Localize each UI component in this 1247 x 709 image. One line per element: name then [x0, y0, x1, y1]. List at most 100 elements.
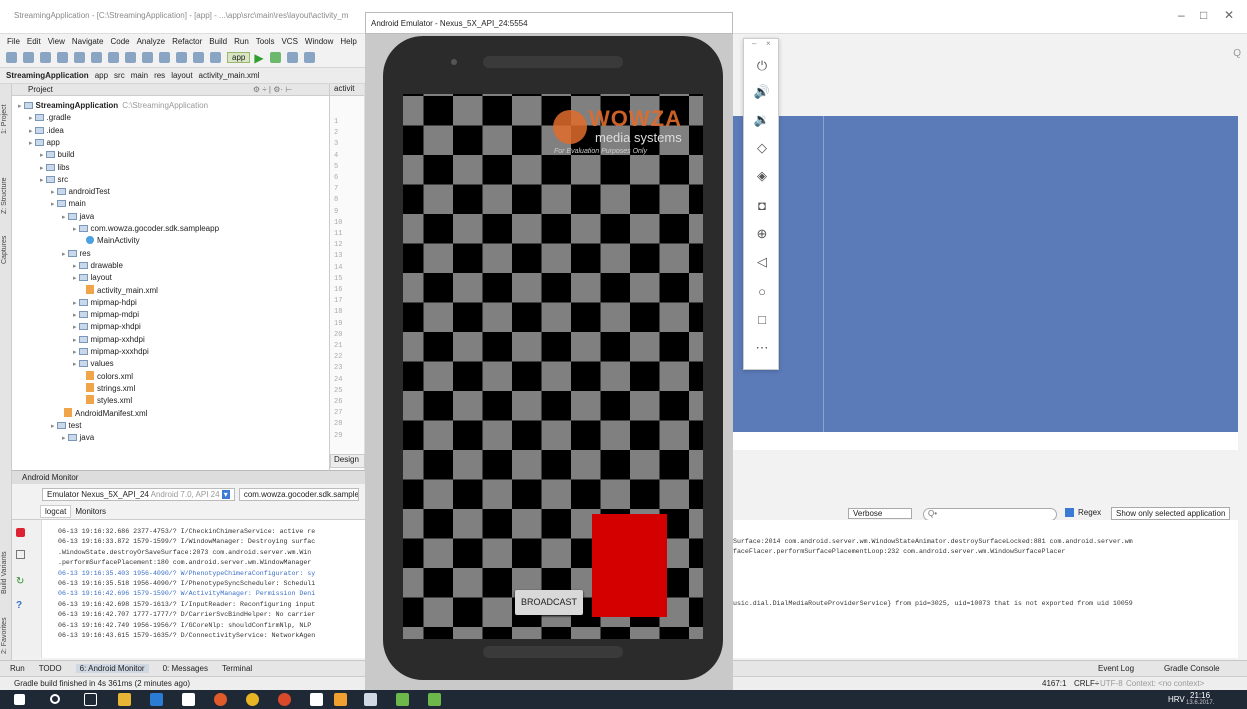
log-level-select[interactable]: Verbose [848, 508, 912, 519]
expand-arrow-icon[interactable]: ▸ [40, 165, 44, 172]
make-icon[interactable] [210, 52, 221, 63]
tree-item[interactable]: ▸ mipmap-xxhdpi [73, 334, 145, 345]
app-icon[interactable] [278, 693, 291, 706]
regex-checkbox[interactable] [1065, 508, 1074, 517]
run-config-select[interactable]: app [227, 52, 251, 63]
tree-item[interactable]: ▸ src [40, 174, 68, 185]
tree-item[interactable]: ▸ drawable [73, 260, 123, 271]
context-indicator[interactable]: Context: <no context> [1126, 679, 1204, 688]
tree-item[interactable]: activity_main.xml [84, 284, 158, 296]
expand-arrow-icon[interactable]: ▸ [51, 423, 55, 430]
emulator-minimize[interactable]: – [752, 39, 756, 48]
tab-gradle-console[interactable]: Gradle Console [1164, 664, 1220, 673]
tree-item[interactable]: MainActivity [84, 235, 140, 246]
tool-tab-build-variants[interactable]: Build Variants [1, 551, 8, 594]
design-tab[interactable]: Design [330, 454, 365, 468]
tree-item[interactable]: styles.xml [84, 395, 132, 406]
rotate-left-icon[interactable]: ◇ [753, 139, 771, 157]
attach-icon[interactable] [286, 52, 298, 63]
menu-code[interactable]: Code [110, 37, 129, 46]
tree-item[interactable]: ▸ values [73, 358, 114, 369]
tree-item[interactable]: ▸ androidTest [51, 186, 110, 197]
tree-item[interactable]: ▸ app [29, 137, 60, 148]
menu-tools[interactable]: Tools [256, 37, 275, 46]
debug-icon[interactable] [269, 52, 281, 63]
tree-item[interactable]: ▸ mipmap-mdpi [73, 309, 139, 320]
tab-messages[interactable]: 0: Messages [163, 664, 208, 673]
device-select[interactable]: Emulator Nexus_5X_API_24 Android 7.0, AP… [42, 487, 235, 501]
expand-arrow-icon[interactable]: ▸ [73, 226, 77, 233]
line-separator[interactable]: CRLF÷ [1074, 679, 1099, 688]
tree-item[interactable]: ▸ main [51, 198, 86, 209]
tab-terminal[interactable]: Terminal [222, 664, 252, 673]
menu-navigate[interactable]: Navigate [72, 37, 104, 46]
tree-item[interactable]: ▸ StreamingApplication C:\StreamingApplica… [18, 100, 208, 111]
maximize-button[interactable]: □ [1200, 8, 1207, 22]
tab-monitors[interactable]: Monitors [75, 507, 106, 516]
back-icon[interactable]: ◁ [753, 253, 771, 271]
tree-item[interactable]: strings.xml [84, 382, 135, 394]
tree-item[interactable]: ▸ layout [73, 272, 112, 283]
gradle-sync-icon[interactable] [303, 52, 315, 63]
expand-arrow-icon[interactable]: ▸ [62, 435, 66, 442]
expand-arrow-icon[interactable]: ▸ [73, 312, 77, 319]
tree-item[interactable]: ▸ build [40, 149, 74, 160]
volume-up-icon[interactable]: 🔊 [753, 83, 771, 101]
tab-event-log[interactable]: Event Log [1098, 664, 1134, 673]
tool-tab-structure[interactable]: Z: Structure [1, 177, 8, 214]
process-select[interactable]: com.wowza.gocoder.sdk.sampleap [238, 487, 359, 501]
clock-time[interactable]: 21:16 [1190, 691, 1210, 700]
breadcrumb-app[interactable]: app [95, 71, 108, 80]
forward-icon[interactable] [193, 52, 204, 63]
zoom-icon[interactable]: ⊕ [753, 225, 771, 243]
tree-item[interactable]: AndroidManifest.xml [62, 407, 147, 419]
save-icon[interactable] [23, 52, 34, 63]
menu-build[interactable]: Build [209, 37, 227, 46]
help-icon[interactable]: ? [16, 600, 22, 611]
tree-item[interactable]: ▸ test [51, 420, 81, 431]
expand-arrow-icon[interactable]: ▸ [29, 140, 33, 147]
phone-screen[interactable]: WOWZA media systems For Evaluation Purpo… [403, 94, 703, 639]
menu-window[interactable]: Window [305, 37, 333, 46]
expand-arrow-icon[interactable]: ▸ [29, 128, 33, 135]
store-icon[interactable] [182, 693, 195, 706]
minimize-button[interactable]: – [1178, 8, 1185, 22]
expand-arrow-icon[interactable]: ▸ [40, 152, 44, 159]
tree-item[interactable]: ▸ mipmap-hdpi [73, 297, 137, 308]
tree-item[interactable]: ▸ java [62, 211, 94, 222]
expand-arrow-icon[interactable]: ▸ [29, 115, 33, 122]
tree-item[interactable]: ▸ mipmap-xxxhdpi [73, 346, 149, 357]
emulator-icon[interactable] [428, 693, 441, 706]
menu-vcs[interactable]: VCS [281, 37, 297, 46]
editor-tab[interactable]: activit [330, 84, 364, 96]
tree-item[interactable]: colors.xml [84, 370, 133, 382]
task-view-icon[interactable] [84, 693, 97, 706]
expand-arrow-icon[interactable]: ▸ [73, 337, 77, 344]
paste-icon[interactable] [125, 52, 136, 63]
file-encoding[interactable]: UTF-8 [1100, 679, 1123, 688]
back-icon[interactable] [176, 52, 187, 63]
restart-icon[interactable]: ↻ [16, 576, 24, 587]
power-icon[interactable]: ⏻ [753, 57, 771, 75]
expand-arrow-icon[interactable]: ▸ [73, 361, 77, 368]
menu-refactor[interactable]: Refactor [172, 37, 202, 46]
vlc-icon[interactable] [334, 693, 347, 706]
broadcast-button[interactable]: BROADCAST [515, 590, 583, 615]
scroll-end-icon[interactable] [16, 550, 25, 559]
more-icon[interactable]: ⋯ [753, 339, 771, 357]
breadcrumb-res[interactable]: res [154, 71, 165, 80]
close-button[interactable]: ✕ [1224, 8, 1234, 22]
expand-arrow-icon[interactable]: ▸ [73, 275, 77, 282]
breadcrumb-main[interactable]: main [131, 71, 148, 80]
tool-tab-project[interactable]: 1: Project [1, 104, 8, 134]
menu-help[interactable]: Help [340, 37, 356, 46]
menu-run[interactable]: Run [234, 37, 249, 46]
tree-item[interactable]: ▸ java [62, 432, 94, 443]
show-only-select[interactable]: Show only selected application [1111, 507, 1231, 520]
expand-arrow-icon[interactable]: ▸ [62, 214, 66, 221]
open-folder-icon[interactable] [6, 52, 17, 63]
expand-arrow-icon[interactable]: ▸ [73, 300, 77, 307]
expand-arrow-icon[interactable]: ▸ [51, 189, 55, 196]
tree-item[interactable]: ▸ .idea [29, 125, 64, 136]
tree-item[interactable]: ▸ mipmap-xhdpi [73, 321, 141, 332]
